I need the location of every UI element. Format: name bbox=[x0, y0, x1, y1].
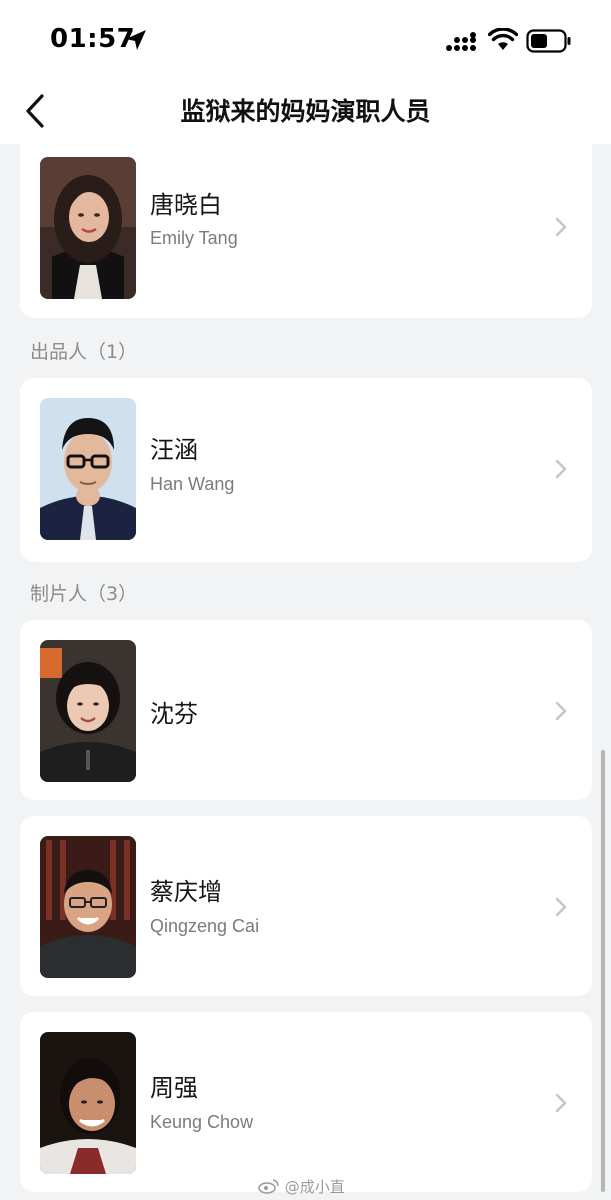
person-card[interactable]: 蔡庆增 Qingzeng Cai bbox=[20, 816, 592, 996]
person-english-name: Han Wang bbox=[150, 474, 235, 494]
navigation-bar: 监狱来的妈妈演职人员 bbox=[0, 78, 611, 144]
chevron-right-icon bbox=[555, 459, 567, 479]
avatar bbox=[40, 640, 136, 782]
chevron-right-icon bbox=[555, 217, 567, 237]
person-card[interactable]: 沈芬 bbox=[20, 620, 592, 800]
person-name: 蔡庆增 bbox=[150, 878, 222, 906]
person-english-name: Qingzeng Cai bbox=[150, 916, 260, 936]
person-name: 唐晓白 bbox=[150, 191, 222, 219]
watermark: @成小直 bbox=[258, 1176, 345, 1197]
person-card[interactable]: 汪涵 Han Wang bbox=[20, 378, 592, 562]
person-name: 汪涵 bbox=[150, 436, 198, 464]
person-english-name: Emily Tang bbox=[150, 228, 238, 248]
chevron-right-icon bbox=[555, 701, 567, 721]
avatar bbox=[40, 398, 136, 540]
chevron-right-icon bbox=[555, 897, 567, 917]
page-title: 监狱来的妈妈演职人员 bbox=[180, 97, 431, 126]
location-arrow-icon bbox=[126, 30, 146, 50]
avatar bbox=[40, 1032, 136, 1174]
avatar bbox=[40, 157, 136, 299]
wifi-icon bbox=[488, 28, 518, 50]
section-label-line-producer: 制片人（3） bbox=[30, 583, 138, 605]
person-card[interactable]: 周强 Keung Chow bbox=[20, 1012, 592, 1192]
person-name: 沈芬 bbox=[150, 700, 198, 728]
crew-list[interactable]: 唐晓白 Emily Tang 出品人（1） 汪涵 Han Wang 制片人（3）… bbox=[0, 144, 611, 1200]
person-english-name: Keung Chow bbox=[150, 1112, 254, 1132]
scrollbar[interactable] bbox=[601, 750, 605, 1192]
watermark-text: @成小直 bbox=[284, 1178, 345, 1196]
avatar bbox=[40, 836, 136, 978]
person-card[interactable]: 唐晓白 Emily Tang bbox=[20, 144, 592, 318]
chevron-right-icon bbox=[555, 1093, 567, 1113]
weibo-icon bbox=[258, 1179, 279, 1194]
cellular-signal-icon bbox=[446, 32, 476, 51]
status-time: 01:57 bbox=[50, 24, 136, 54]
battery-icon bbox=[526, 29, 571, 53]
section-label-producer: 出品人（1） bbox=[30, 341, 138, 363]
person-name: 周强 bbox=[150, 1074, 198, 1102]
status-bar: 01:57 bbox=[0, 0, 611, 78]
